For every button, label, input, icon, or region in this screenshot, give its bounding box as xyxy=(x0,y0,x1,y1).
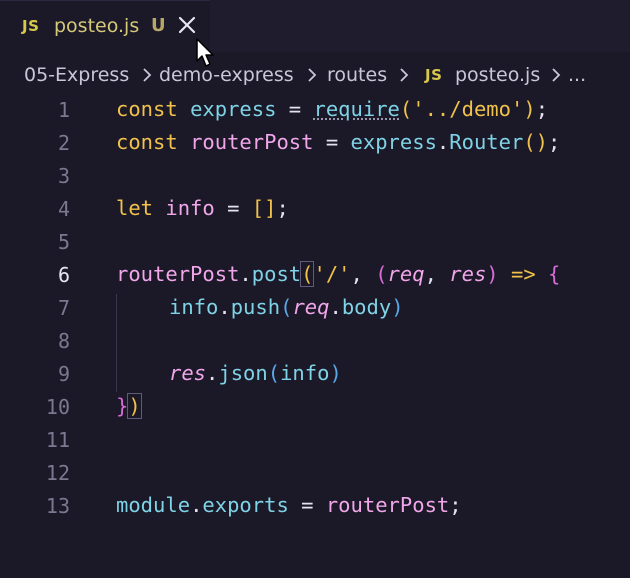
token-paren: ( xyxy=(399,97,413,121)
token-keyword: const xyxy=(116,97,178,121)
code-line-13[interactable]: module.exports = routerPost; xyxy=(116,493,462,517)
token-brace: } xyxy=(116,394,129,418)
breadcrumb-item-posteo-js[interactable]: posteo.js xyxy=(455,64,540,86)
token-object: module xyxy=(116,493,191,517)
js-file-icon: JS xyxy=(22,17,40,35)
indent-guide xyxy=(116,294,117,392)
token-property: body xyxy=(341,295,392,319)
token-object: routerPost xyxy=(116,262,240,286)
token-string: '../demo' xyxy=(412,97,524,121)
js-file-icon: JS xyxy=(425,66,443,84)
token-paren: ( xyxy=(280,295,293,319)
chevron-right-icon xyxy=(142,64,152,91)
token-dot: . xyxy=(218,295,231,319)
token-paren: ( xyxy=(375,262,388,286)
line-number: 1 xyxy=(57,98,70,122)
chevron-right-icon xyxy=(399,64,409,91)
line-number: 3 xyxy=(57,164,70,188)
token-paren: ( xyxy=(523,130,536,154)
code-line-4[interactable]: let info = []; xyxy=(116,196,289,220)
code-line-9[interactable]: res.json(info) xyxy=(169,361,342,385)
breadcrumb-item-more[interactable]: ... xyxy=(568,64,586,86)
breadcrumb-item-05-express[interactable]: 05-Express xyxy=(24,64,129,86)
token-paren: ) xyxy=(535,130,549,154)
token-paren: ) xyxy=(486,262,499,286)
line-number-active: 6 xyxy=(57,263,70,287)
token-operator: = xyxy=(276,97,314,121)
token-param: req xyxy=(387,262,425,286)
chevron-right-icon xyxy=(307,64,317,91)
token-dot: . xyxy=(329,295,342,319)
code-line-10[interactable]: }) xyxy=(116,393,142,419)
token-paren: ) xyxy=(329,361,342,385)
token-variable: routerPost xyxy=(190,130,314,154)
token-paren: ( xyxy=(300,261,315,287)
token-paren: ) xyxy=(391,295,404,319)
token-function: Router xyxy=(449,130,524,154)
token-brace: { xyxy=(548,262,561,286)
token-operator: = xyxy=(288,493,326,517)
token-operator: = xyxy=(313,130,351,154)
token-comma: , xyxy=(350,262,376,286)
token-dot: . xyxy=(206,361,219,385)
line-number: 2 xyxy=(57,131,70,155)
token-param: res xyxy=(449,262,487,286)
close-icon[interactable] xyxy=(176,14,198,36)
line-number: 12 xyxy=(45,461,70,485)
token-keyword: const xyxy=(116,130,178,154)
token-string: '/' xyxy=(313,262,351,286)
token-paren: ) xyxy=(523,97,536,121)
token-paren: ) xyxy=(127,393,142,419)
token-comma: , xyxy=(424,262,450,286)
tab-untracked-status: U xyxy=(151,15,166,36)
token-semicolon: ; xyxy=(548,130,561,154)
token-arrow: => xyxy=(498,262,549,286)
token-semicolon: ; xyxy=(449,493,462,517)
chevron-right-icon xyxy=(551,64,561,91)
line-number: 4 xyxy=(57,197,70,221)
line-number: 7 xyxy=(57,296,70,320)
breadcrumb-item-routes[interactable]: routes xyxy=(327,64,387,86)
token-bracket: [] xyxy=(251,196,277,220)
token-semicolon: ; xyxy=(535,97,549,121)
code-line-6[interactable]: routerPost.post('/', (req, res) => { xyxy=(116,261,561,287)
line-number: 11 xyxy=(45,428,70,452)
code-editor[interactable]: 1 2 3 4 5 6 7 8 9 10 11 12 13 const expr… xyxy=(0,94,630,578)
line-number: 5 xyxy=(57,230,70,254)
token-keyword: let xyxy=(116,196,154,220)
token-operator: = xyxy=(214,196,252,220)
line-number: 10 xyxy=(45,395,70,419)
token-variable: routerPost xyxy=(325,493,450,517)
token-property: exports xyxy=(202,493,289,517)
token-variable: info xyxy=(165,196,215,220)
token-paren: ( xyxy=(267,361,281,385)
token-object: express xyxy=(350,130,437,154)
token-variable: express xyxy=(190,97,277,121)
token-dot: . xyxy=(239,262,252,286)
token-variable: info xyxy=(280,361,330,385)
token-function: require xyxy=(313,97,400,121)
line-number: 9 xyxy=(57,362,70,386)
code-line-1[interactable]: const express = require('../demo'); xyxy=(116,97,548,121)
token-function: json xyxy=(218,361,268,385)
code-line-7[interactable]: info.push(req.body) xyxy=(169,295,404,319)
tab-posteo-js[interactable]: JS posteo.js U xyxy=(0,0,210,53)
tab-filename: posteo.js xyxy=(54,15,140,37)
line-number: 8 xyxy=(57,329,70,353)
line-number: 13 xyxy=(45,494,70,518)
breadcrumb: 05-Express demo-express routes JS posteo… xyxy=(0,52,630,94)
code-line-2[interactable]: const routerPost = express.Router(); xyxy=(116,130,560,154)
token-param: res xyxy=(169,361,207,385)
token-dot: . xyxy=(190,493,203,517)
token-param: req xyxy=(292,295,330,319)
token-object: info xyxy=(169,295,219,319)
tab-bar: JS posteo.js U xyxy=(0,0,630,67)
token-function: post xyxy=(251,262,302,286)
token-semicolon: ; xyxy=(276,196,289,220)
token-function: push xyxy=(230,295,281,319)
token-dot: . xyxy=(436,130,450,154)
breadcrumb-item-demo-express[interactable]: demo-express xyxy=(159,64,294,86)
